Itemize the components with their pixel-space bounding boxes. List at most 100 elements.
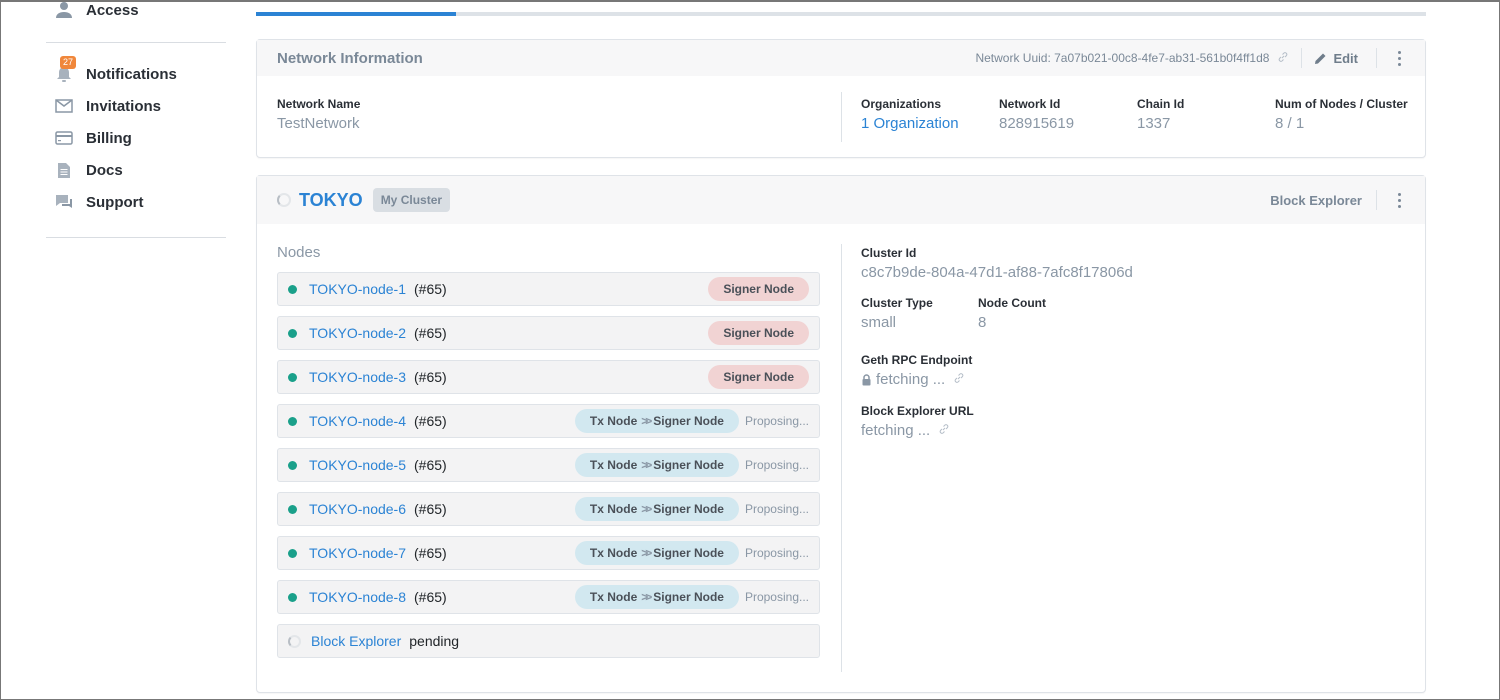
signer-node-badge: Signer Node — [708, 321, 809, 345]
sidebar-item-access[interactable]: Access — [46, 0, 139, 26]
cluster-header: TOKYO My Cluster Block Explorer — [257, 176, 1425, 224]
sidebar-item-support[interactable]: Support — [46, 186, 177, 218]
block-explorer-link[interactable]: Block Explorer — [311, 633, 401, 649]
cluster-type-field: Cluster Type small — [861, 296, 933, 331]
nodes-list: Nodes TOKYO-node-1 (#65) Signer Node TOK… — [277, 244, 820, 668]
node-row: TOKYO-node-8 (#65) Tx Node >> Signer Nod… — [277, 580, 820, 614]
role-transition-badge: Tx Node >> Signer Node — [574, 585, 739, 609]
node-number: (#65) — [414, 589, 447, 605]
cluster-id-field: Cluster Id c8c7b9de-804a-47d1-af88-7afc8… — [861, 246, 1133, 281]
field-value: TestNetwork — [277, 115, 360, 132]
to-role: Signer Node — [653, 546, 724, 560]
node-row: TOKYO-node-1 (#65) Signer Node — [277, 272, 820, 306]
status-dot-icon — [288, 372, 297, 382]
sidebar-item-label: Invitations — [86, 97, 162, 115]
node-count-field: Node Count 8 — [978, 296, 1046, 331]
pencil-icon — [1314, 52, 1327, 65]
field-value: 828915619 — [999, 115, 1075, 132]
node-name-link[interactable]: TOKYO-node-5 — [309, 457, 406, 473]
block-explorer-button[interactable]: Block Explorer — [1270, 193, 1362, 208]
field-label: Block Explorer URL — [861, 404, 974, 418]
edit-button[interactable]: Edit — [1314, 51, 1358, 66]
geth-rpc-field: Geth RPC Endpoint fetching ... — [861, 353, 972, 388]
field-label: Chain Id — [1137, 97, 1185, 111]
node-status: Proposing... — [744, 546, 809, 560]
node-name-link[interactable]: TOKYO-node-8 — [309, 589, 406, 605]
sidebar-item-label: Docs — [86, 161, 123, 179]
cluster-name[interactable]: TOKYO — [299, 190, 363, 211]
field-label: Cluster Id — [861, 246, 917, 260]
to-role: Signer Node — [653, 502, 724, 516]
sidebar-item-notifications[interactable]: 27 Notifications — [46, 56, 177, 90]
node-name-link[interactable]: TOKYO-node-2 — [309, 325, 406, 341]
notification-count-badge: 27 — [60, 56, 77, 69]
from-role: Tx Node — [589, 502, 638, 516]
node-status: Proposing... — [744, 590, 809, 604]
header-separator — [1376, 190, 1377, 210]
node-name-link[interactable]: TOKYO-node-4 — [309, 413, 406, 429]
organizations-link[interactable]: 1 Organization — [861, 115, 959, 132]
network-information-card: Network Information Network Uuid: 7a07b0… — [256, 39, 1426, 158]
network-uuid: Network Uuid: 7a07b021-00c8-4fe7-ab31-56… — [975, 51, 1270, 65]
header-separator — [1376, 48, 1377, 68]
double-chevron-right-icon: >> — [641, 590, 652, 604]
role-transition-badge: Tx Node >> Signer Node — [574, 497, 739, 521]
field-label: Geth RPC Endpoint — [861, 353, 973, 367]
field-label: Network Name — [277, 97, 361, 111]
chat-icon — [54, 192, 74, 212]
node-status: Proposing... — [744, 414, 809, 428]
tab-progress-track — [256, 12, 1426, 16]
sidebar-item-label: Billing — [86, 129, 132, 147]
sidebar-item-invitations[interactable]: Invitations — [46, 90, 177, 122]
copy-link-icon[interactable] — [938, 422, 950, 439]
status-dot-icon — [288, 548, 297, 558]
node-name-link[interactable]: TOKYO-node-1 — [309, 281, 406, 297]
role-transition-badge: Tx Node >> Signer Node — [574, 409, 739, 433]
node-row: TOKYO-node-6 (#65) Tx Node >> Signer Nod… — [277, 492, 820, 526]
field-label: Network Id — [999, 97, 1061, 111]
node-number: (#65) — [414, 369, 447, 385]
divider — [841, 244, 842, 672]
my-cluster-badge: My Cluster — [372, 188, 451, 212]
sidebar-item-label: Notifications — [86, 65, 177, 83]
field-label: Num of Nodes / Cluster — [1275, 97, 1408, 111]
status-dot-icon — [288, 416, 297, 426]
node-number: (#65) — [414, 413, 447, 429]
card-title: Network Information — [277, 49, 423, 67]
status-dot-icon — [288, 504, 297, 514]
user-icon — [54, 0, 74, 20]
field-value: small — [861, 314, 897, 331]
sidebar-item-billing[interactable]: Billing — [46, 122, 177, 154]
more-options-icon[interactable] — [1391, 50, 1407, 66]
node-row: TOKYO-node-7 (#65) Tx Node >> Signer Nod… — [277, 536, 820, 570]
network-name-field: Network Name TestNetwork — [277, 97, 360, 132]
to-role: Signer Node — [653, 414, 724, 428]
double-chevron-right-icon: >> — [641, 502, 652, 516]
field-value: fetching ... — [861, 422, 931, 439]
from-role: Tx Node — [589, 414, 638, 428]
tab-progress-fill — [256, 12, 457, 16]
signer-node-badge: Signer Node — [708, 277, 809, 301]
from-role: Tx Node — [589, 546, 638, 560]
node-name-link[interactable]: TOKYO-node-3 — [309, 369, 406, 385]
sidebar-item-label: Access — [86, 1, 139, 19]
node-name-link[interactable]: TOKYO-node-6 — [309, 501, 406, 517]
copy-link-icon[interactable] — [953, 371, 965, 388]
field-value: fetching ... — [876, 371, 946, 388]
copy-link-icon[interactable] — [1277, 51, 1289, 66]
node-name-link[interactable]: TOKYO-node-7 — [309, 545, 406, 561]
from-role: Tx Node — [589, 458, 638, 472]
field-value: c8c7b9de-804a-47d1-af88-7afc8f17806d — [861, 264, 1133, 281]
field-value: 8 / 1 — [1275, 115, 1305, 132]
header-separator — [1301, 48, 1303, 68]
more-options-icon[interactable] — [1391, 192, 1407, 208]
field-label: Node Count — [978, 296, 1046, 310]
organizations-field: Organizations 1 Organization — [861, 97, 959, 132]
sidebar-item-label: Support — [86, 193, 144, 211]
to-role: Signer Node — [653, 458, 724, 472]
nodes-title: Nodes — [277, 244, 321, 261]
document-icon — [54, 160, 74, 180]
sidebar-item-docs[interactable]: Docs — [46, 154, 177, 186]
to-role: Signer Node — [653, 590, 724, 604]
field-label: Cluster Type — [861, 296, 933, 310]
